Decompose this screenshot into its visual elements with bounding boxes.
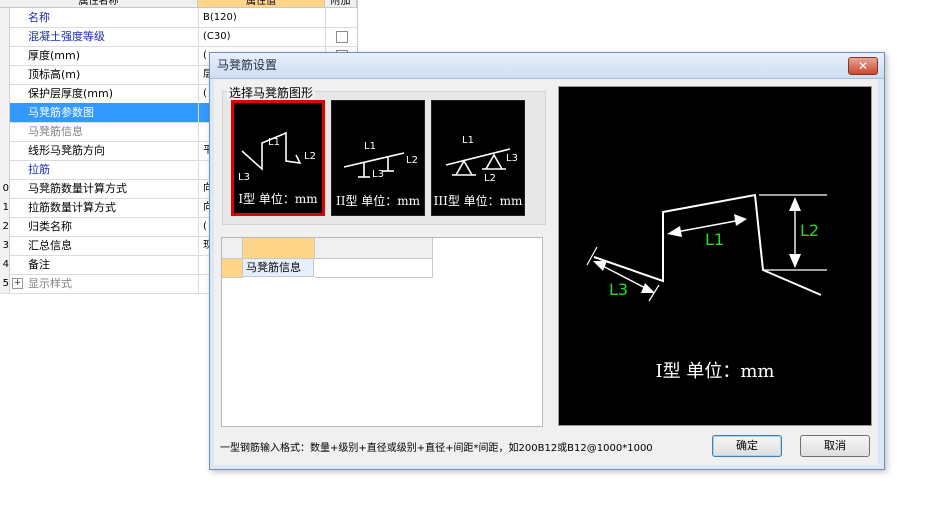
header-extra[interactable]: 附加 [325, 0, 357, 8]
stirrup-info-table: 马凳筋信息 [221, 237, 543, 427]
property-name: 拉筋 [28, 163, 50, 176]
property-value[interactable]: B(120) [198, 8, 329, 27]
table-row-header[interactable] [222, 259, 243, 278]
extra-cell [325, 8, 358, 27]
row-number [0, 8, 10, 27]
header-name[interactable]: 属性名称 [0, 0, 198, 8]
grid-header: 属性名称 属性值 附加 [0, 0, 357, 8]
close-icon: ✕ [857, 59, 869, 73]
row-number [0, 141, 10, 160]
row-number [0, 84, 10, 103]
row-number [0, 103, 10, 122]
row-number [0, 122, 10, 141]
dialog-title: 马凳筋设置 [217, 58, 278, 72]
row-number: 3 [0, 236, 10, 255]
property-name: 拉筋数量计算方式 [28, 201, 116, 214]
type-2-caption: II型 单位：mm [335, 194, 421, 208]
shape-group-label: 选择马凳筋图形 [227, 84, 316, 101]
expand-icon[interactable]: + [12, 278, 23, 289]
table-header-name[interactable] [243, 238, 315, 259]
type-3-caption: III型 单位：mm [433, 194, 523, 208]
type-1-l2-label: L2 [304, 151, 316, 162]
property-name: 马凳筋数量计算方式 [28, 182, 127, 195]
property-name: 备注 [28, 258, 50, 271]
row-number [0, 160, 10, 179]
property-name: 顶标高(m) [28, 68, 81, 81]
ok-button[interactable]: 确定 [712, 435, 782, 457]
type-3-l2-label: L2 [484, 173, 496, 184]
stirrup-info-value-cell[interactable] [315, 259, 433, 278]
row-number: 5 [0, 274, 10, 293]
property-name: 混凝土强度等级 [28, 30, 105, 43]
shape-option-type-3[interactable]: L1 L3 L2 III型 单位：mm [431, 100, 525, 216]
type-3-l3-label: L3 [506, 153, 518, 164]
type-1-l3-label: L3 [238, 172, 250, 183]
preview-caption: I型 单位：mm [655, 361, 775, 382]
input-format-hint: 一型钢筋输入格式：数量+级别+直径或级别+直径+间距*间距，如200B12或B1… [220, 443, 653, 454]
preview-l2-label: L2 [800, 221, 819, 240]
preview-l1-label: L1 [705, 230, 724, 249]
header-value[interactable]: 属性值 [198, 0, 325, 8]
row-number: 2 [0, 217, 10, 236]
preview-l3-label: L3 [609, 280, 628, 299]
type-2-l2-label: L2 [406, 155, 418, 166]
row-number: 1 [0, 198, 10, 217]
property-value[interactable]: (C30) [198, 27, 329, 46]
type-1-l1-label: L1 [268, 137, 280, 148]
table-header-value[interactable] [315, 238, 433, 259]
shape-selection-group: 选择马凳筋图形 L1 L2 L3 I型 单位：mm L1 L2 L3 II型 单… [222, 84, 546, 225]
cancel-button[interactable]: 取消 [800, 435, 870, 457]
property-name: 马凳筋信息 [28, 125, 83, 138]
type-2-l1-label: L1 [364, 141, 376, 152]
grid-row[interactable]: 名称 B(120) [0, 8, 357, 28]
shape-option-type-2[interactable]: L1 L2 L3 II型 单位：mm [331, 100, 425, 216]
type-1-caption: I型 单位：mm [238, 192, 318, 206]
property-name: 归类名称 [28, 220, 72, 233]
property-name: 线形马凳筋方向 [28, 144, 105, 157]
row-number [0, 46, 10, 65]
row-number [0, 65, 10, 84]
shape-option-type-1[interactable]: L1 L2 L3 I型 单位：mm [231, 100, 325, 216]
dialog-titlebar[interactable]: 马凳筋设置 ✕ [210, 53, 884, 79]
stirrup-info-label-cell[interactable]: 马凳筋信息 [243, 259, 314, 277]
type-3-l1-label: L1 [462, 135, 474, 146]
property-name: 显示样式 [28, 277, 72, 290]
table-corner[interactable] [222, 238, 243, 259]
property-name: 马凳筋参数图 [28, 106, 94, 119]
property-name: 厚度(mm) [28, 49, 81, 62]
grid-row[interactable]: 混凝土强度等级 (C30) [0, 27, 357, 47]
property-name: 保护层厚度(mm) [28, 87, 114, 100]
stirrup-settings-dialog: 马凳筋设置 ✕ 选择马凳筋图形 L1 L2 L3 I型 单位：mm L1 L2 … [209, 52, 885, 470]
property-name: 名称 [28, 11, 50, 24]
close-button[interactable]: ✕ [848, 57, 878, 75]
property-name: 汇总信息 [28, 239, 72, 252]
type-2-l3-label: L3 [372, 169, 384, 180]
dialog-body: 选择马凳筋图形 L1 L2 L3 I型 单位：mm L1 L2 L3 II型 单… [214, 79, 878, 465]
row-number: 4 [0, 255, 10, 274]
row-number: 0 [0, 179, 10, 198]
row-number [0, 27, 10, 46]
attach-checkbox[interactable] [336, 31, 348, 43]
extra-cell [325, 27, 358, 46]
shape-preview: L1 L2 L3 I型 单位：mm [558, 86, 872, 426]
